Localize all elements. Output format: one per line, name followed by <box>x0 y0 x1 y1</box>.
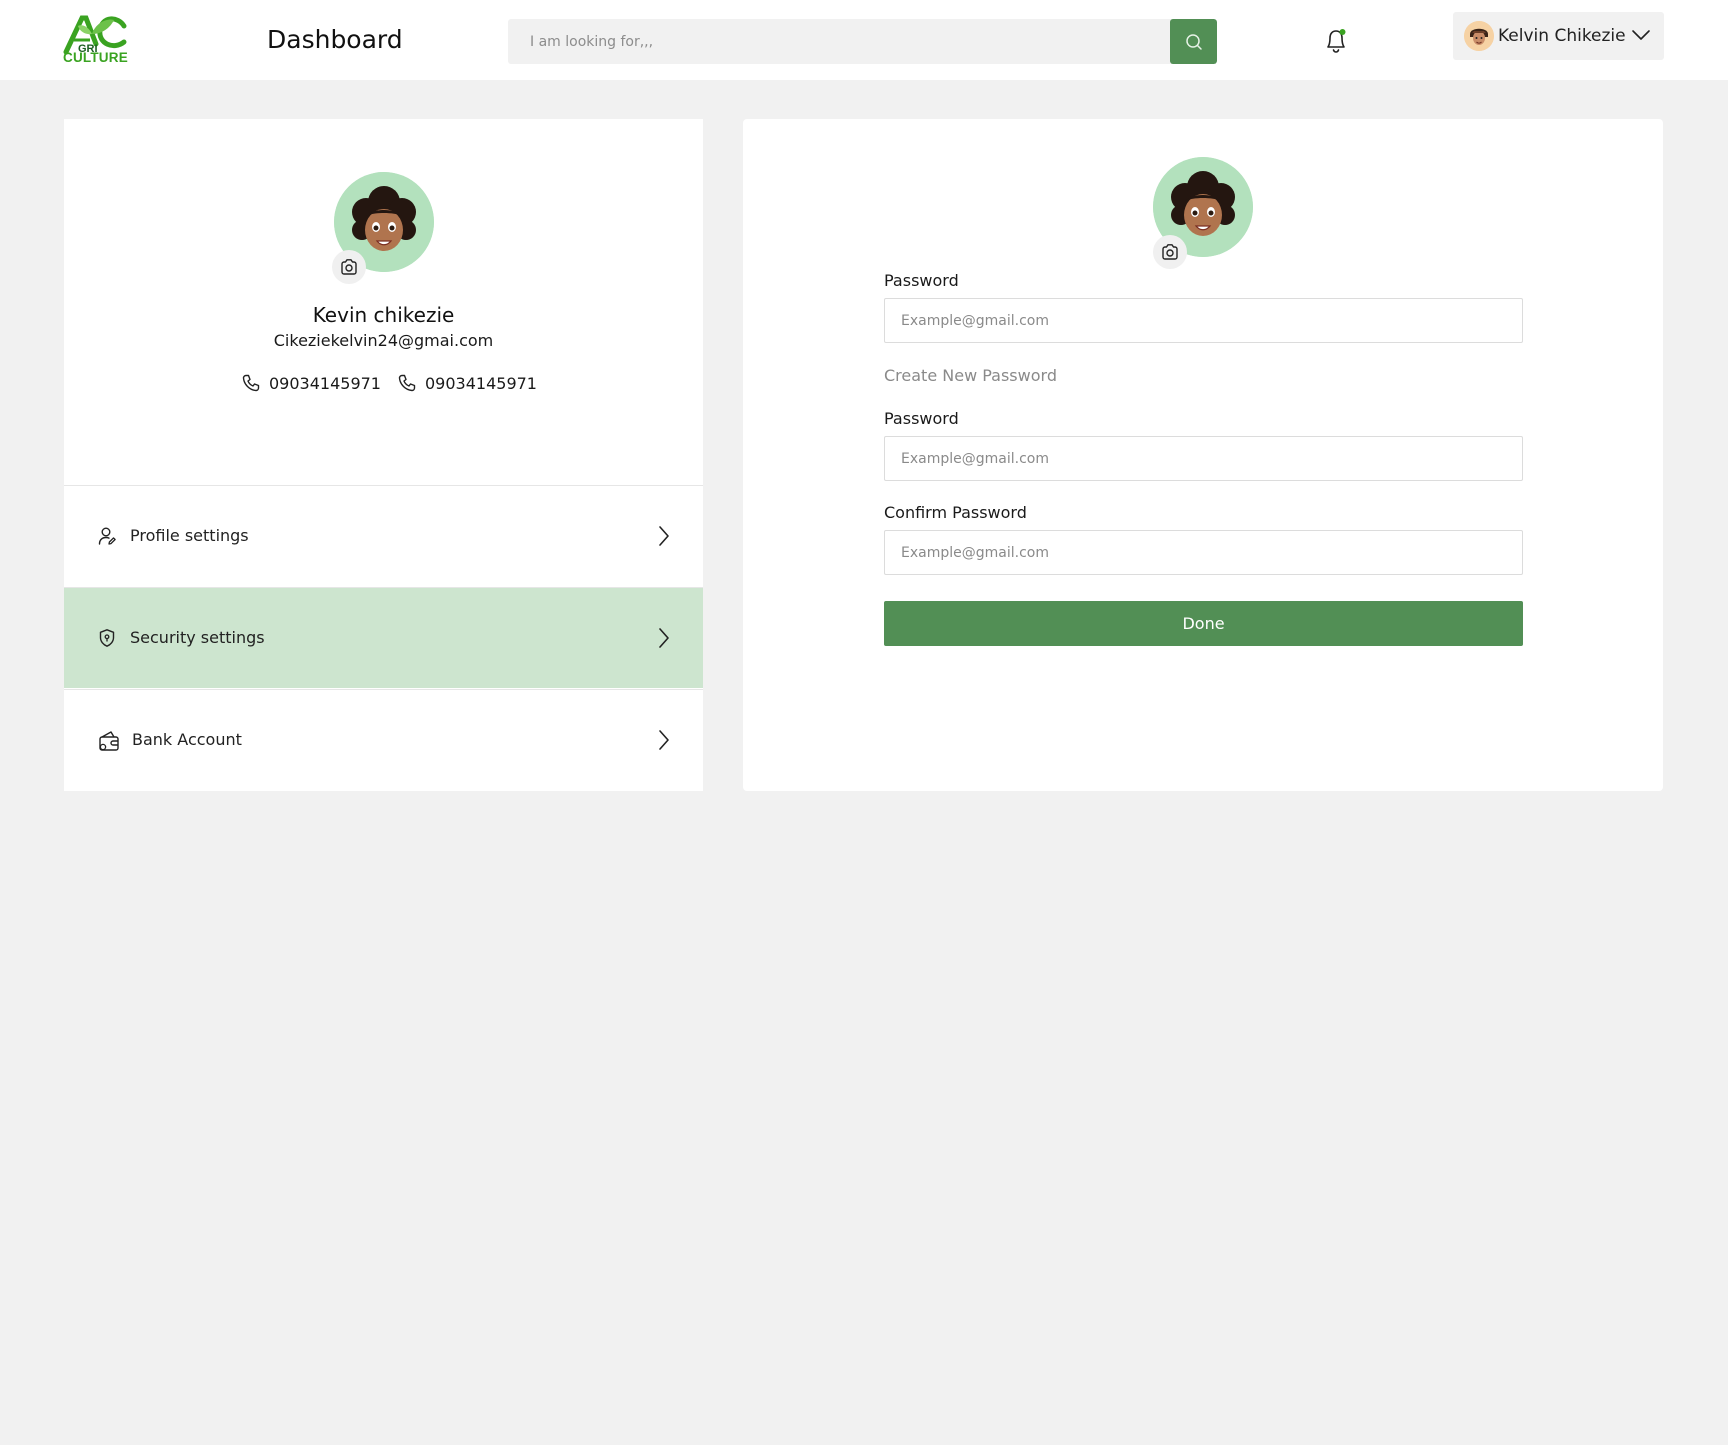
phone-icon <box>242 374 260 392</box>
agriculture-logo[interactable]: GRI CULTURE <box>62 14 128 66</box>
create-new-password-heading: Create New Password <box>884 366 1057 385</box>
done-button[interactable]: Done <box>884 601 1523 646</box>
logo-mark-icon: GRI <box>63 15 127 54</box>
confirm-password-label: Confirm Password <box>884 503 1027 522</box>
phone-number: 09034145971 <box>242 373 381 393</box>
camera-icon <box>341 259 357 275</box>
user-avatar <box>1464 21 1494 51</box>
top-header: GRI CULTURE Dashboard I am looking for,,… <box>0 0 1728 80</box>
profile-summary: Kevin chikezie Cikeziekelvin24@gmai.com … <box>64 119 703 485</box>
current-password-field[interactable] <box>884 298 1523 343</box>
security-settings-panel: Password Create New Password Password Co… <box>743 119 1663 791</box>
menu-item-bank-account[interactable]: Bank Account <box>64 689 703 791</box>
notification-dot <box>1339 29 1346 35</box>
phone-number: 09034145971 <box>398 373 537 393</box>
chevron-right-icon <box>659 730 669 750</box>
current-password-label: Password <box>884 271 959 290</box>
wallet-icon <box>99 731 119 751</box>
chevron-right-icon <box>659 526 669 546</box>
chevron-down-icon <box>1632 30 1650 40</box>
menu-item-label: Security settings <box>130 628 265 647</box>
logo-text: CULTURE <box>63 50 128 65</box>
menu-item-label: Profile settings <box>130 526 249 545</box>
new-password-field[interactable] <box>884 436 1523 481</box>
menu-item-label: Bank Account <box>132 730 242 749</box>
phone-icon <box>398 374 416 392</box>
search-button[interactable] <box>1170 19 1217 64</box>
camera-icon <box>1162 244 1178 260</box>
page-title: Dashboard <box>267 25 403 54</box>
user-name: Kelvin Chikezie <box>1498 26 1626 46</box>
search-bar <box>508 19 1217 64</box>
confirm-password-field[interactable] <box>884 530 1523 575</box>
avatar-illustration-icon <box>1464 21 1494 51</box>
chevron-right-icon <box>659 628 669 648</box>
user-menu[interactable]: Kelvin Chikezie <box>1453 12 1664 60</box>
change-photo-button[interactable] <box>332 250 366 284</box>
profile-card: Kevin chikezie Cikeziekelvin24@gmai.com … <box>64 119 703 791</box>
search-input[interactable] <box>508 19 1170 64</box>
menu-item-profile-settings[interactable]: Profile settings <box>64 485 703 586</box>
profile-email: Cikeziekelvin24@gmai.com <box>273 331 494 350</box>
user-edit-icon <box>98 527 116 545</box>
shield-icon <box>99 629 115 647</box>
notification-bell-icon[interactable] <box>1322 26 1350 56</box>
phone-number-text: 09034145971 <box>269 373 381 393</box>
menu-item-security-settings[interactable]: Security settings <box>64 587 703 688</box>
change-photo-button[interactable] <box>1153 235 1187 269</box>
phone-number-text: 09034145971 <box>425 373 537 393</box>
new-password-label: Password <box>884 409 959 428</box>
search-icon <box>1185 33 1202 50</box>
profile-name: Kevin chikezie <box>312 303 455 327</box>
